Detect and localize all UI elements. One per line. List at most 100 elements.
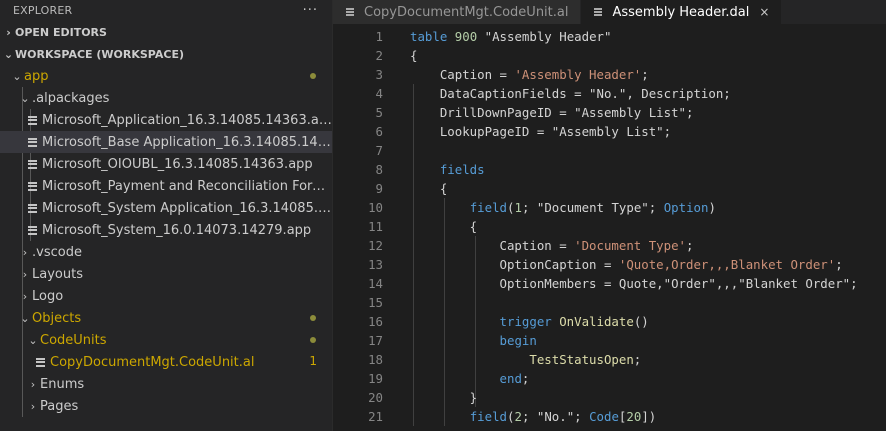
line-number: 14 — [368, 276, 383, 291]
line-number: 2 — [375, 48, 383, 63]
line-number: 7 — [375, 143, 383, 158]
tree-item-objects[interactable]: ⌄ Objects — [0, 307, 332, 329]
code-line: 18 TestStatusOpen; — [333, 350, 886, 369]
vscode-window: EXPLORER ··· › OPEN EDITORS ⌄ WORKSPACE … — [0, 0, 886, 431]
code-editor[interactable]: 1 table 900 "Assembly Header" 2{ 3 Captio… — [333, 27, 886, 426]
chevron-right-icon: › — [22, 289, 28, 303]
more-actions-icon[interactable]: ··· — [303, 3, 318, 18]
tree-item-label: Enums — [40, 376, 85, 392]
tab-label: Assembly Header.dal — [612, 4, 750, 20]
tree-item-label: Microsoft_Payment and Reconciliation For… — [42, 178, 332, 194]
line-number: 9 — [375, 181, 383, 196]
tree-item-label: Microsoft_Application_16.3.14085.14363.a… — [42, 112, 332, 128]
tree-item-file[interactable]: Microsoft_OIOUBL_16.3.14085.14363.app — [0, 153, 332, 175]
tree-item-file[interactable]: Microsoft_System_16.0.14073.14279.app — [0, 219, 332, 241]
code-line: 6 LookupPageID = "Assembly List"; — [333, 122, 886, 141]
chevron-down-icon: ⌄ — [20, 91, 30, 105]
file-icon — [28, 137, 42, 147]
tree-item-label: Microsoft_System Application_16.3.14085.… — [42, 200, 332, 216]
tree-item-pages[interactable]: › Pages — [0, 395, 332, 417]
line-number: 19 — [368, 371, 383, 386]
code-line: 11 { — [333, 217, 886, 236]
tree-item-file[interactable]: Microsoft_Base Application_16.3.14085.14… — [0, 131, 332, 153]
open-editors-label: OPEN EDITORS — [15, 25, 107, 39]
line-number: 6 — [375, 124, 383, 139]
tree-item-label: app — [24, 68, 49, 84]
line-number: 21 — [368, 409, 383, 424]
chevron-down-icon: ⌄ — [28, 333, 38, 347]
problem-count-badge: 1 — [309, 354, 317, 368]
tab-copydocumentmgt[interactable]: CopyDocumentMgt.CodeUnit.al — [333, 0, 582, 24]
code-line: 1 table 900 "Assembly Header" — [333, 27, 886, 46]
code-line: 13 OptionCaption = 'Quote,Order,,,Blanke… — [333, 255, 886, 274]
line-number: 20 — [368, 390, 383, 405]
code-line: 17 begin — [333, 331, 886, 350]
tree-item-label: Microsoft_System_16.0.14073.14279.app — [42, 222, 312, 238]
code-line: 9 { — [333, 179, 886, 198]
tree-item-file[interactable]: Microsoft_System Application_16.3.14085.… — [0, 197, 332, 219]
code-line: 14 OptionMembers = Quote,"Order",,,"Blan… — [333, 274, 886, 293]
tree-item-file[interactable]: CopyDocumentMgt.CodeUnit.al 1 — [0, 351, 332, 373]
code-line: 10 field(1; "Document Type"; Option) — [333, 198, 886, 217]
code-line: 5 DrillDownPageID = "Assembly List"; — [333, 103, 886, 122]
tree-item-alpackages[interactable]: ⌄ .alpackages — [0, 87, 332, 109]
line-number: 18 — [368, 352, 383, 367]
open-editors-section[interactable]: › OPEN EDITORS — [0, 21, 332, 43]
chevron-right-icon: › — [30, 399, 36, 413]
tree-item-logo[interactable]: › Logo — [0, 285, 332, 307]
tree-item-label: CodeUnits — [40, 332, 107, 348]
file-icon — [594, 8, 606, 16]
tree-item-label: Microsoft_OIOUBL_16.3.14085.14363.app — [42, 156, 313, 172]
file-icon — [28, 225, 42, 235]
tab-label: CopyDocumentMgt.CodeUnit.al — [364, 4, 569, 20]
chevron-right-icon: › — [22, 267, 28, 281]
modified-indicator — [310, 337, 316, 343]
tree-item-label: Microsoft_Base Application_16.3.14085.14… — [42, 134, 332, 150]
tree-item-vscode[interactable]: › .vscode — [0, 241, 332, 263]
file-icon — [36, 357, 50, 367]
line-number: 17 — [368, 333, 383, 348]
line-number: 4 — [375, 86, 383, 101]
tab-assembly-header[interactable]: Assembly Header.dal × — [581, 0, 783, 24]
code-line: 4 DataCaptionFields = "No.", Description… — [333, 84, 886, 103]
code-line: 7 — [333, 141, 886, 160]
chevron-right-icon: › — [6, 25, 11, 39]
modified-indicator — [310, 73, 316, 79]
line-number: 13 — [368, 257, 383, 272]
code-line: 12 Caption = 'Document Type'; — [333, 236, 886, 255]
explorer-header: EXPLORER ··· — [0, 0, 332, 21]
tree-item-file[interactable]: Microsoft_Application_16.3.14085.14363.a… — [0, 109, 332, 131]
tree-item-label: Logo — [32, 288, 64, 304]
code-line: 3 Caption = 'Assembly Header'; — [333, 65, 886, 84]
code-line: 19 end; — [333, 369, 886, 388]
modified-indicator — [310, 315, 316, 321]
code-line: 20 } — [333, 388, 886, 407]
file-icon — [28, 203, 42, 213]
tab-bar: CopyDocumentMgt.CodeUnit.al Assembly Hea… — [333, 0, 886, 24]
close-icon[interactable]: × — [759, 5, 769, 19]
workspace-label: WORKSPACE (WORKSPACE) — [15, 47, 184, 61]
line-number: 11 — [368, 219, 383, 234]
file-icon — [28, 159, 42, 169]
tree-item-enums[interactable]: › Enums — [0, 373, 332, 395]
code-line: 2{ — [333, 46, 886, 65]
code-line: 15 — [333, 293, 886, 312]
tree-item-layouts[interactable]: › Layouts — [0, 263, 332, 285]
code-line: 8 fields — [333, 160, 886, 179]
tree-item-codeunits[interactable]: ⌄ CodeUnits — [0, 329, 332, 351]
line-number: 1 — [375, 29, 383, 44]
chevron-down-icon: ⌄ — [3, 47, 14, 61]
chevron-right-icon: › — [30, 377, 36, 391]
line-number: 5 — [375, 105, 383, 120]
workspace-section[interactable]: ⌄ WORKSPACE (WORKSPACE) — [0, 43, 332, 65]
tree-item-app[interactable]: ⌄ app — [0, 65, 332, 87]
explorer-sidebar: EXPLORER ··· › OPEN EDITORS ⌄ WORKSPACE … — [0, 0, 333, 431]
tree-item-file[interactable]: Microsoft_Payment and Reconciliation For… — [0, 175, 332, 197]
chevron-right-icon: › — [22, 245, 28, 259]
line-number: 15 — [368, 295, 383, 310]
tree-item-label: Objects — [32, 310, 82, 326]
file-icon — [28, 115, 42, 125]
line-number: 3 — [375, 67, 383, 82]
explorer-title: EXPLORER — [13, 4, 73, 17]
file-icon — [28, 181, 42, 191]
